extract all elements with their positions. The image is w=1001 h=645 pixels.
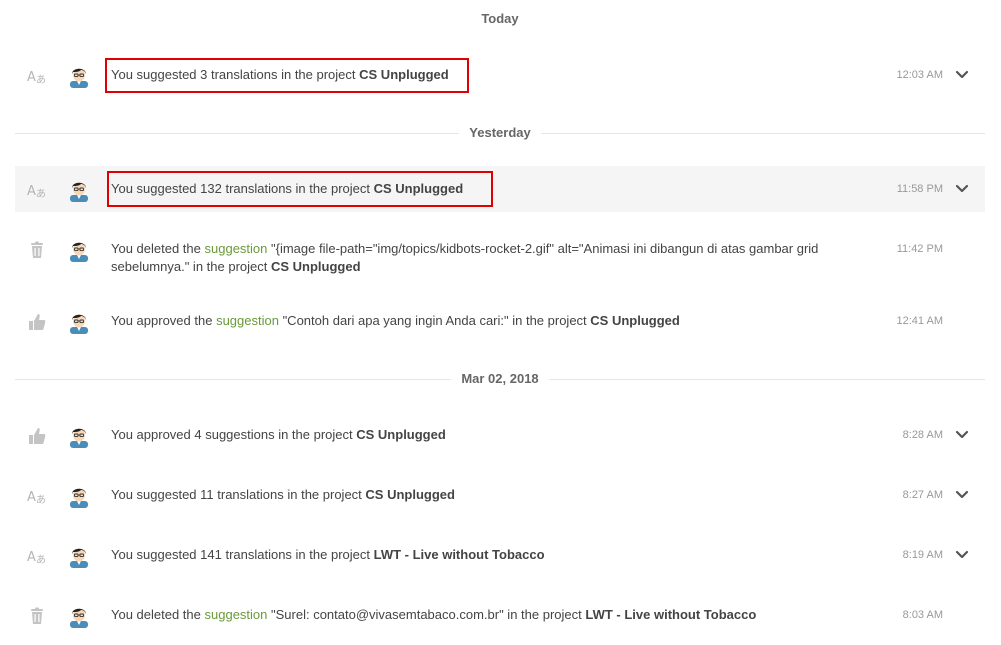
chevron-down-icon[interactable] bbox=[955, 550, 969, 560]
activity-message: You deleted the suggestion "{image file-… bbox=[111, 241, 819, 274]
date-group-label: Today bbox=[471, 9, 529, 29]
chevron-down-icon[interactable] bbox=[955, 430, 969, 440]
chevron-down-icon[interactable] bbox=[955, 490, 969, 500]
project-name: LWT - Live without Tobacco bbox=[373, 547, 545, 562]
activity-time: 8:27 AM bbox=[902, 489, 943, 501]
trash-icon bbox=[27, 606, 47, 626]
suggestion-link[interactable]: suggestion bbox=[216, 313, 279, 328]
avatar bbox=[67, 544, 91, 568]
project-name: CS Unplugged bbox=[270, 259, 361, 274]
avatar bbox=[67, 64, 91, 88]
highlight-box bbox=[107, 171, 493, 207]
activity-row: You deleted the suggestion "Surel: conta… bbox=[15, 592, 985, 638]
trash-icon bbox=[27, 240, 47, 260]
activity-row: You deleted the suggestion "{image file-… bbox=[15, 226, 985, 286]
suggestion-link[interactable]: suggestion bbox=[205, 241, 268, 256]
activity-time: 8:03 AM bbox=[902, 609, 943, 621]
activity-message: You approved the suggestion "Contoh dari… bbox=[111, 313, 680, 328]
thumbs-up-icon bbox=[27, 426, 47, 446]
project-name: LWT - Live without Tobacco bbox=[585, 607, 757, 622]
activity-time: 12:41 AM bbox=[896, 315, 943, 327]
avatar bbox=[67, 178, 91, 202]
activity-time: 11:42 PM bbox=[896, 243, 943, 255]
project-name: CS Unplugged bbox=[356, 427, 446, 442]
highlight-box bbox=[105, 58, 469, 93]
avatar bbox=[67, 484, 91, 508]
avatar bbox=[67, 604, 91, 628]
activity-row[interactable]: You suggested 11 translations in the pro… bbox=[15, 472, 985, 518]
chevron-down-icon[interactable] bbox=[955, 184, 969, 194]
translate-icon bbox=[27, 66, 47, 86]
date-group-today: Today bbox=[15, 9, 985, 29]
avatar bbox=[67, 424, 91, 448]
activity-time: 8:19 AM bbox=[902, 549, 943, 561]
chevron-down-icon[interactable] bbox=[955, 70, 969, 80]
activity-row[interactable]: You approved 4 suggestions in the projec… bbox=[15, 412, 985, 458]
date-group-label: Mar 02, 2018 bbox=[451, 369, 549, 389]
project-name: CS Unplugged bbox=[365, 487, 455, 502]
activity-message: You suggested 141 translations in the pr… bbox=[111, 547, 545, 562]
activity-time: 8:28 AM bbox=[902, 429, 943, 441]
translate-icon bbox=[27, 486, 47, 506]
activity-row[interactable]: You suggested 141 translations in the pr… bbox=[15, 532, 985, 578]
translate-icon bbox=[27, 546, 47, 566]
activity-time: 12:03 AM bbox=[896, 69, 943, 81]
date-group-label: Yesterday bbox=[459, 123, 541, 143]
activity-message: You approved 4 suggestions in the projec… bbox=[111, 427, 446, 442]
thumbs-up-icon bbox=[27, 312, 47, 332]
activity-time: 11:58 PM bbox=[896, 183, 943, 195]
avatar bbox=[67, 310, 91, 334]
activity-message: You suggested 11 translations in the pro… bbox=[111, 487, 455, 502]
activity-message: You deleted the suggestion "Surel: conta… bbox=[111, 607, 757, 622]
activity-row: You approved the suggestion "Contoh dari… bbox=[15, 298, 985, 344]
date-group-yesterday: Yesterday bbox=[15, 123, 985, 143]
avatar bbox=[67, 238, 91, 262]
translate-icon bbox=[27, 180, 47, 200]
date-group-mar02: Mar 02, 2018 bbox=[15, 369, 985, 389]
project-name: CS Unplugged bbox=[590, 313, 680, 328]
suggestion-link[interactable]: suggestion bbox=[205, 607, 268, 622]
